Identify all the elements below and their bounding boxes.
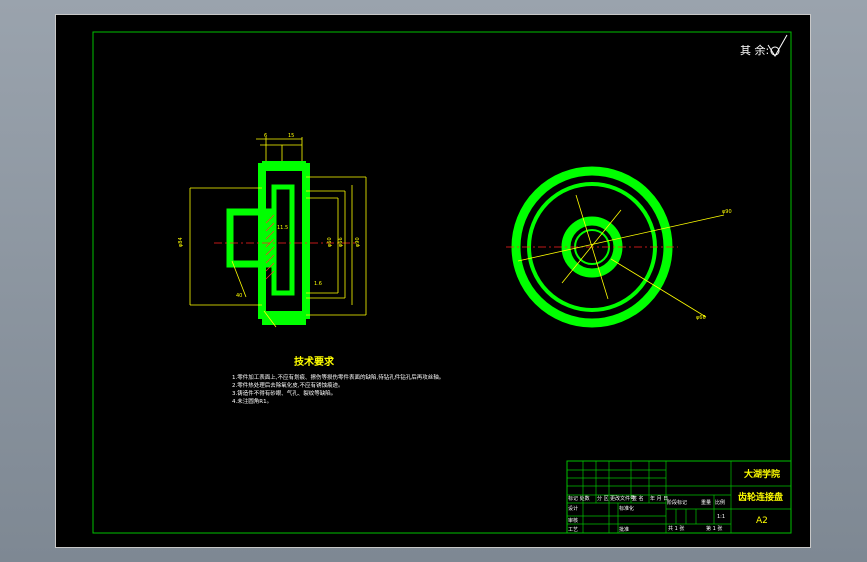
tb-sheet-no: 第 1 张	[706, 525, 722, 532]
drawing-border	[92, 31, 792, 534]
svg-text:11.5: 11.5	[277, 225, 288, 231]
title-block: 标记 处数 分 区 更改文件号 签 名 年 月 日 设计 标准化 审核 工艺 批…	[566, 460, 792, 534]
tb-row-label: 签 名	[632, 495, 644, 502]
tb-standard: 标准化	[619, 505, 634, 512]
tb-design: 设计	[568, 505, 578, 512]
tb-part-name: 齿轮连接盘	[738, 491, 783, 503]
front-view: φ90 φ66	[506, 166, 732, 328]
svg-text:φ66: φ66	[338, 237, 344, 247]
tb-scale-label: 比例	[715, 499, 725, 506]
drawing-canvas: 其 余: φ84 φ60 φ66 φ90 6 15 11.5 1.6 40 技术…	[92, 31, 792, 534]
rim-detail	[271, 184, 295, 296]
tech-req-item: 3.铸造件不得有砂眼、气孔、裂纹等缺陷。	[232, 389, 336, 397]
roughness-symbol-icon	[767, 34, 788, 57]
roughness-note: 其 余:	[740, 43, 769, 57]
cad-viewport[interactable]: 其 余: φ84 φ60 φ66 φ90 6 15 11.5 1.6 40 技术…	[55, 14, 811, 548]
tech-req-item: 1.零件加工表面上,不应有划痕、擦伤等损伤零件表面的缺陷,待钻孔件钻孔后再攻丝轴…	[232, 373, 444, 381]
svg-text:φ90: φ90	[355, 237, 361, 247]
tech-req-item: 4.未注圆角R1。	[232, 397, 272, 405]
section-view: φ84 φ60 φ66 φ90 6 15 11.5 1.6 40	[178, 133, 367, 328]
svg-text:1.6: 1.6	[314, 281, 322, 287]
tech-req-item: 2.零件热处理后去除氧化皮,不应有锈蚀痕迹。	[232, 381, 344, 389]
tb-process: 工艺	[568, 527, 578, 533]
tb-weight: 重量	[701, 499, 711, 506]
top-nub	[262, 161, 306, 171]
tb-stage: 阶段标记	[667, 499, 687, 506]
tb-sheet-size: A2	[756, 516, 768, 526]
svg-text:6: 6	[264, 133, 267, 139]
tb-row-label: 标记 处数	[568, 495, 590, 502]
svg-text:15: 15	[288, 133, 294, 139]
tb-row-label: 分 区	[597, 495, 609, 502]
svg-text:φ60: φ60	[327, 237, 333, 247]
svg-text:φ84: φ84	[178, 237, 184, 247]
tb-scale-value: 1:1	[717, 514, 725, 520]
tb-school: 大湖学院	[744, 468, 780, 480]
tb-review: 审核	[568, 517, 578, 524]
svg-text:φ66: φ66	[696, 315, 706, 321]
tech-req-title: 技术要求	[294, 355, 335, 368]
tb-row-label: 年 月 日	[650, 495, 668, 502]
svg-text:40: 40	[236, 293, 242, 299]
tb-approve: 批准	[619, 526, 629, 533]
tb-sheets: 共 1 张	[668, 525, 684, 532]
svg-text:φ90: φ90	[722, 209, 732, 215]
